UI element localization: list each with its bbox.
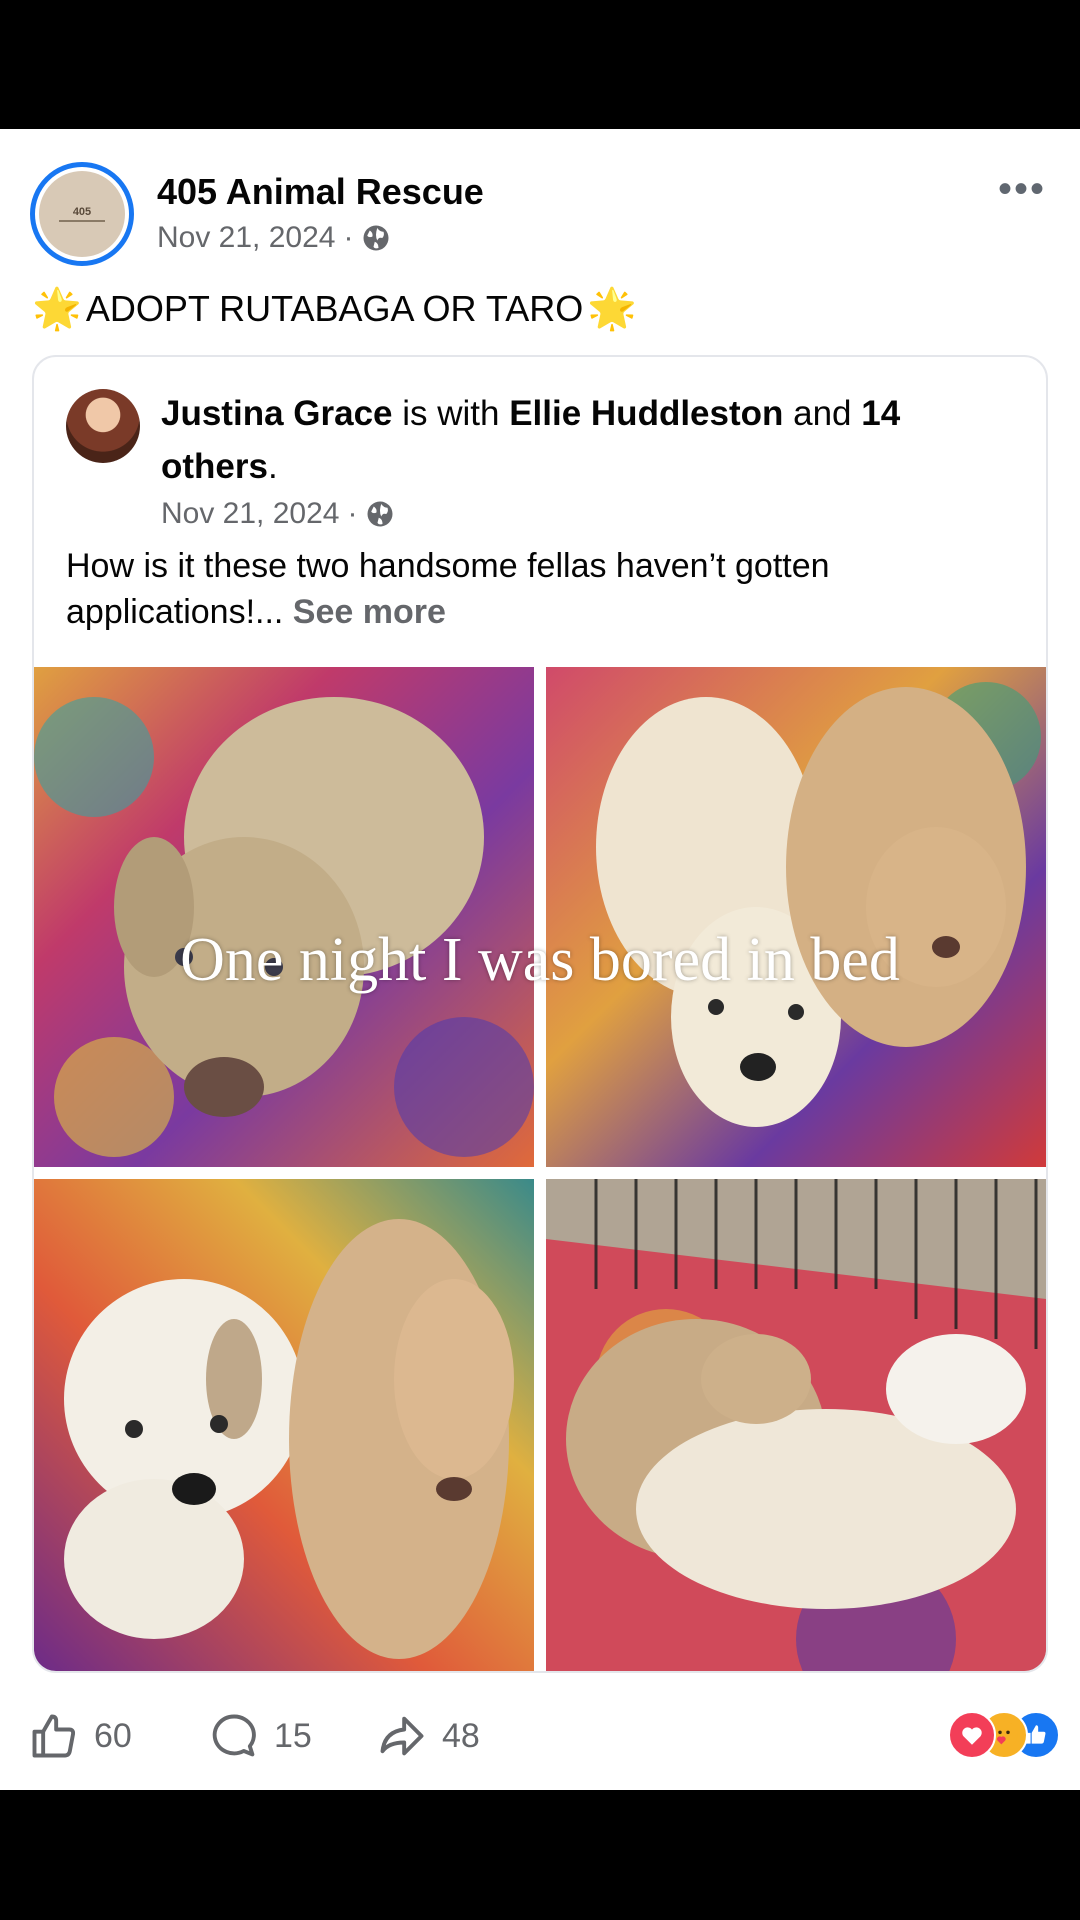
page-name[interactable]: 405 Animal Rescue (157, 171, 484, 213)
see-more-link[interactable]: See more (293, 593, 446, 631)
share-icon (380, 1716, 424, 1756)
thumbs-up-icon (32, 1714, 76, 1758)
logo-text: 405 (72, 206, 92, 218)
like-button[interactable]: 60 (28, 1710, 132, 1762)
page-logo: 405 (39, 171, 125, 257)
shared-meta: Nov 21, 2024 · (161, 497, 395, 531)
action-bar: 60 15 48 (28, 1710, 1058, 1770)
photo-1[interactable] (34, 667, 534, 1167)
shared-date[interactable]: Nov 21, 2024 (161, 497, 339, 531)
post-message: ADOPT RUTABAGA OR TARO (85, 287, 584, 329)
is-with-text: is with (392, 394, 510, 433)
period: . (267, 447, 278, 486)
share-count: 48 (442, 1716, 480, 1755)
sparkle-icon: 🌟 (32, 287, 82, 331)
post-text: 🌟 ADOPT RUTABAGA OR TARO 🌟 (32, 285, 637, 332)
author-avatar[interactable] (66, 389, 140, 463)
shared-body-text: How is it these two handsome fellas have… (66, 547, 830, 631)
post-meta: Nov 21, 2024 · (157, 221, 391, 255)
video-caption: One night I was bored in bed (180, 926, 900, 994)
photo-2[interactable] (546, 667, 1046, 1167)
globe-icon (367, 501, 393, 527)
reaction-summary[interactable] (948, 1711, 1060, 1759)
comment-button[interactable]: 15 (208, 1710, 312, 1762)
like-count: 60 (94, 1716, 132, 1755)
meta-dot: · (343, 221, 354, 254)
globe-icon (363, 225, 389, 251)
comment-count: 15 (274, 1716, 312, 1755)
love-reaction-icon (948, 1711, 996, 1759)
photo-4[interactable] (546, 1179, 1046, 1671)
comment-icon (212, 1714, 256, 1757)
more-icon[interactable]: ••• (998, 169, 1046, 209)
page-avatar[interactable]: 405 (30, 162, 134, 266)
sparkle-icon: 🌟 (587, 287, 638, 331)
shared-body: How is it these two handsome fellas have… (66, 543, 1026, 635)
meta-dot: · (347, 497, 358, 530)
tagged-name[interactable]: Ellie Huddleston (509, 394, 783, 433)
share-button[interactable]: 48 (376, 1710, 480, 1762)
shared-post[interactable]: Justina Grace is with Ellie Huddleston a… (32, 355, 1048, 1673)
author-name[interactable]: Justina Grace (161, 394, 393, 433)
post-date[interactable]: Nov 21, 2024 (157, 221, 335, 255)
photo-3[interactable] (34, 1179, 534, 1671)
shared-header: Justina Grace is with Ellie Huddleston a… (161, 387, 1021, 493)
and-text: and (783, 394, 862, 433)
logo-line (59, 220, 105, 222)
